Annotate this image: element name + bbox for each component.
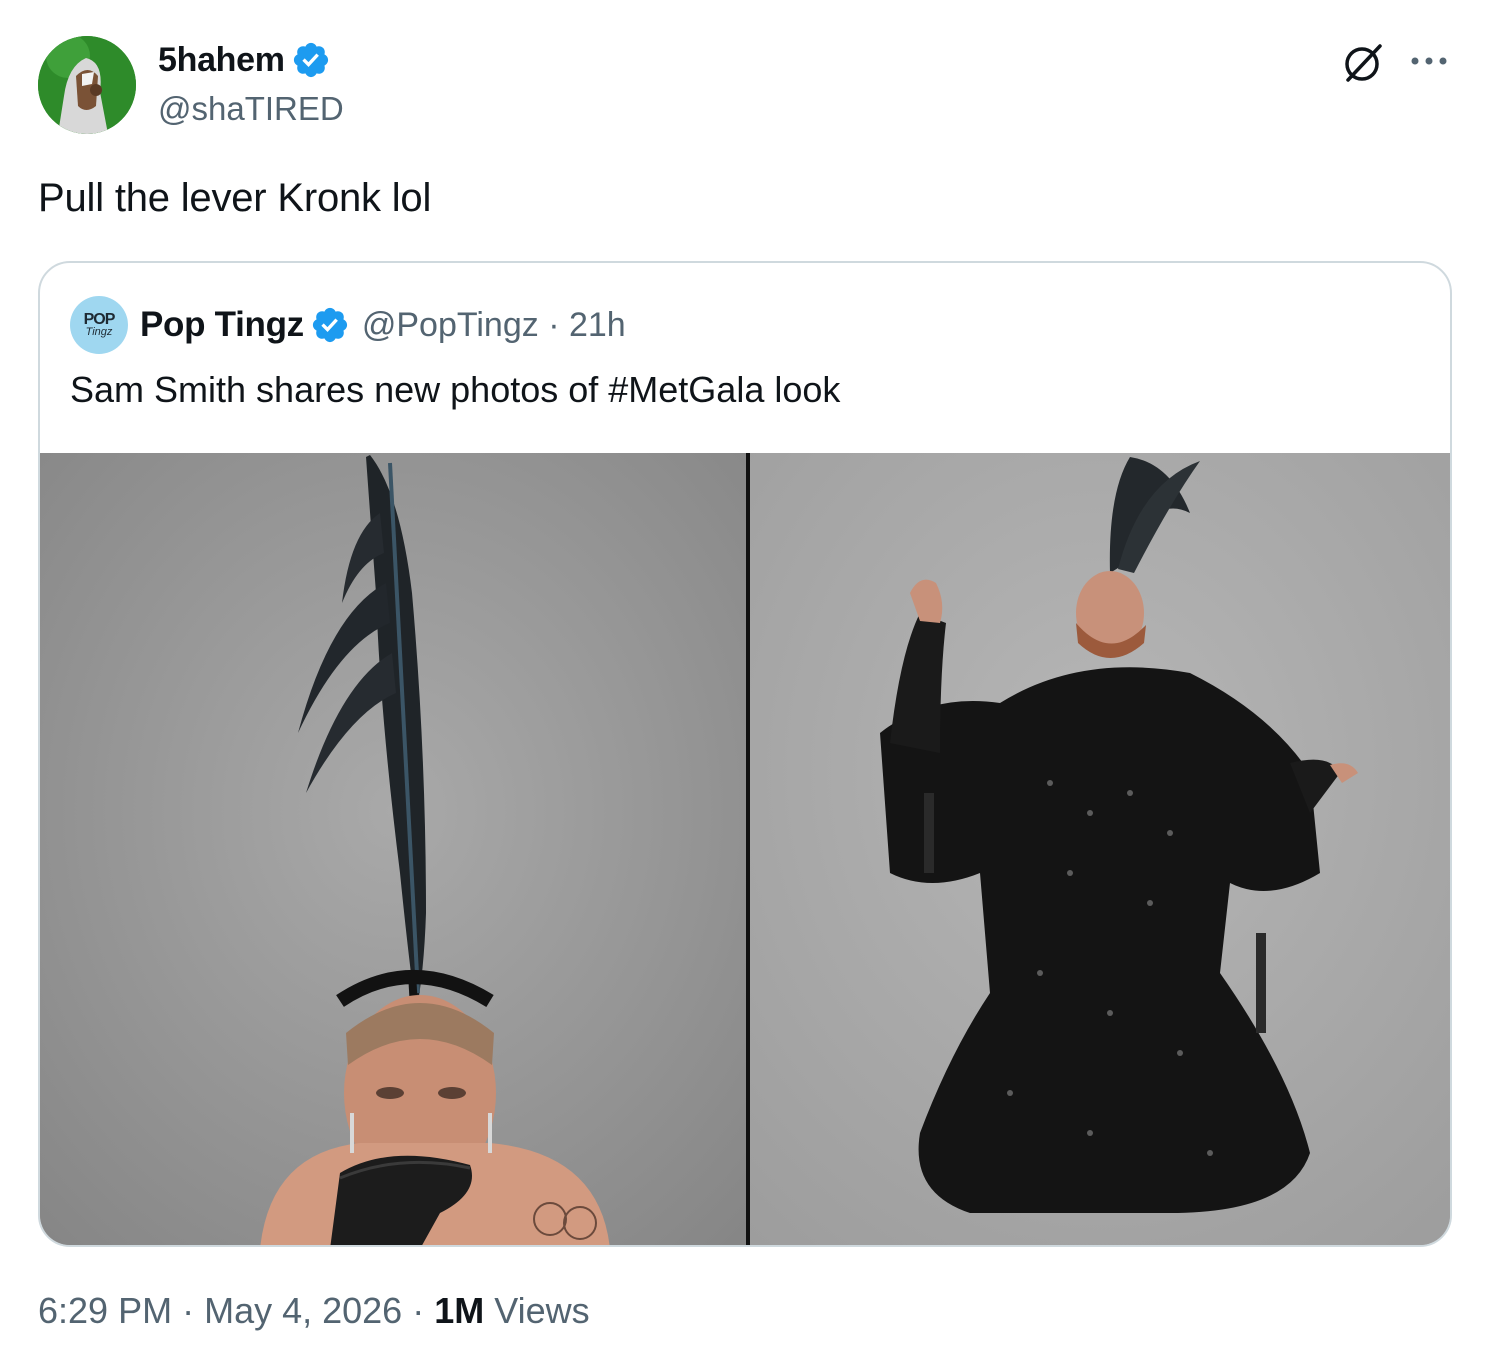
tweet-text: Pull the lever Kronk lol	[38, 176, 432, 220]
quoted-author-name[interactable]: Pop Tingz	[140, 305, 304, 345]
author-display-name[interactable]: 5hahem	[158, 41, 285, 80]
author-avatar[interactable]	[38, 36, 136, 134]
photo-1[interactable]	[40, 453, 746, 1245]
author-info: 5hahem @shaTIRED	[158, 40, 344, 128]
quoted-author-handle[interactable]: @PopTingz	[362, 306, 539, 344]
quoted-tweet-media	[40, 453, 1450, 1245]
tweet-date[interactable]: May 4, 2026	[204, 1290, 402, 1332]
tweet-footer: 6:29 PM · May 4, 2026 · 1M Views	[38, 1290, 590, 1332]
avatar-logo-text-2: Tingz	[85, 325, 113, 338]
quoted-author-avatar[interactable]: POP Tingz	[70, 296, 128, 354]
avatar-logo-text-1: POP	[83, 310, 116, 328]
author-handle[interactable]: @shaTIRED	[158, 90, 344, 128]
quoted-tweet-age[interactable]: 21h	[569, 306, 626, 344]
footer-separator: ·	[182, 1290, 195, 1331]
meta-separator: ·	[548, 305, 560, 344]
quoted-author-meta: @PopTingz · 21h	[362, 306, 626, 345]
tweet-time[interactable]: 6:29 PM	[38, 1290, 172, 1332]
verified-badge-icon	[291, 40, 331, 80]
photo-2[interactable]	[750, 453, 1450, 1245]
quoted-tweet-header: POP Tingz Pop Tingz @PopTingz · 21h	[70, 295, 626, 355]
views-label: Views	[494, 1290, 590, 1331]
grok-icon[interactable]	[1340, 40, 1386, 86]
verified-badge-icon	[310, 305, 350, 345]
footer-separator: ·	[412, 1290, 425, 1331]
views-count[interactable]: 1M	[434, 1290, 484, 1332]
quoted-tweet-text: Sam Smith shares new photos of #MetGala …	[70, 369, 841, 410]
quoted-tweet[interactable]: POP Tingz Pop Tingz @PopTingz · 21h Sam …	[38, 261, 1452, 1247]
more-icon[interactable]	[1410, 46, 1448, 76]
